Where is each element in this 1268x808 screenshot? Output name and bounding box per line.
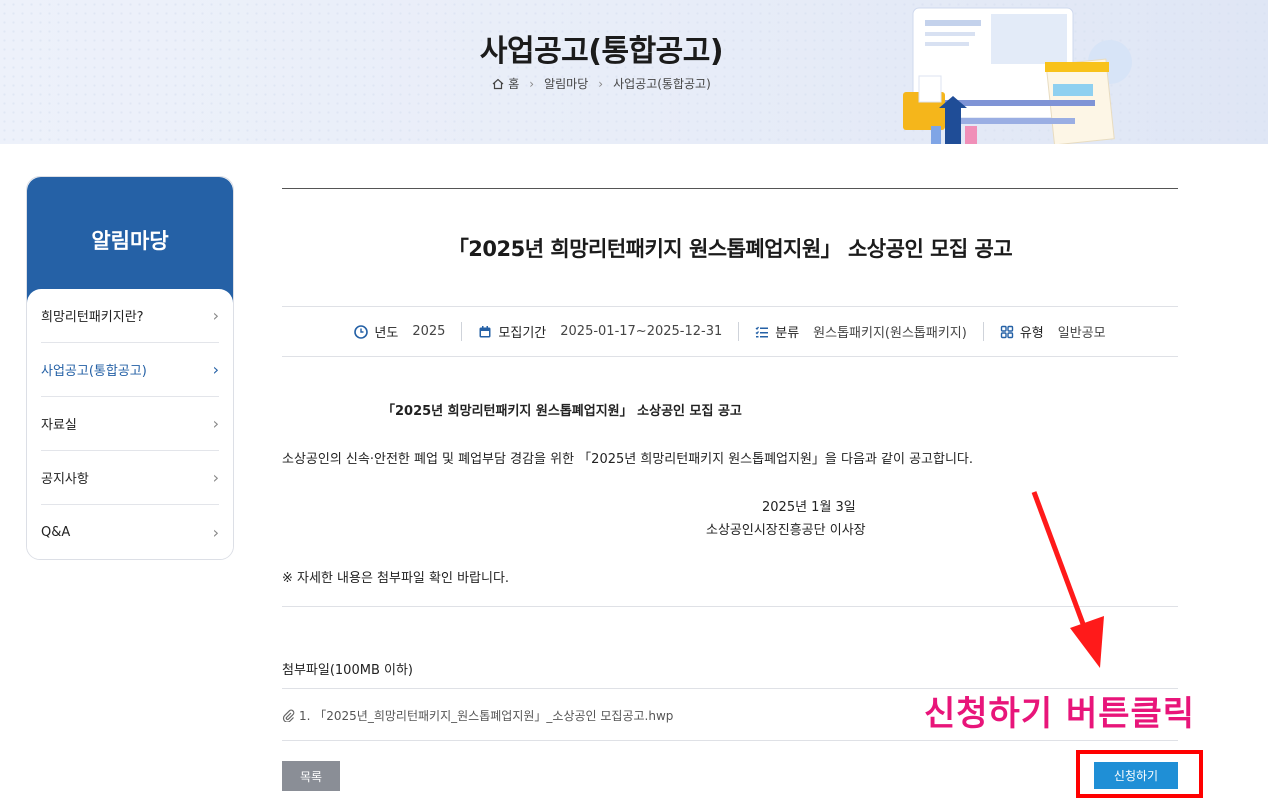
apply-button[interactable]: 신청하기 xyxy=(1094,762,1178,789)
breadcrumb-item-current: 사업공고(통합공고) xyxy=(613,77,711,91)
attachment-filename: 1. 「2025년_희망리턴패키지_원스톱폐업지원」_소상공인 모집공고.hwp xyxy=(299,709,674,723)
chevron-right-icon: › xyxy=(212,360,219,379)
sidebar-title: 알림마당 xyxy=(27,177,233,303)
sidebar-item-announcements[interactable]: 공지사항 › xyxy=(41,451,219,505)
chevron-right-icon: › xyxy=(212,414,219,433)
breadcrumb-home[interactable]: 홈 xyxy=(492,75,519,92)
breadcrumb-item-notice[interactable]: 알림마당 xyxy=(544,75,588,92)
breadcrumb-home-label: 홈 xyxy=(508,77,520,91)
clock-icon xyxy=(354,324,369,339)
calendar-icon xyxy=(479,325,491,337)
sidebar: 알림마당 희망리턴패키지란? › 사업공고(통합공고) › 자료실 › 공지사항… xyxy=(26,176,234,560)
meta-key: 유형 xyxy=(1019,326,1044,341)
meta-value: 2025-01-17~2025-12-31 xyxy=(560,324,723,339)
sidebar-item-label: 공지사항 xyxy=(41,472,89,487)
list-icon xyxy=(755,326,769,337)
meta-key: 년도 xyxy=(374,326,399,341)
attachments-label: 첨부파일(100MB 이하) xyxy=(282,663,413,678)
meta-key: 분류 xyxy=(775,326,800,341)
meta-value: 원스톱패키지(원스톱패키지) xyxy=(813,326,967,341)
chevron-right-icon: › xyxy=(212,522,219,542)
divider xyxy=(282,740,1178,741)
article-meta: 년도 2025 모집기간 2025-01-17~2025-12-31 분류 원스… xyxy=(282,307,1178,357)
sidebar-item-label: 사업공고(통합공고) xyxy=(41,364,147,379)
list-button[interactable]: 목록 xyxy=(282,761,340,791)
meta-period: 모집기간 2025-01-17~2025-12-31 xyxy=(461,322,738,341)
sidebar-item-business-notice[interactable]: 사업공고(통합공고) › xyxy=(41,343,219,397)
sidebar-item-label: 희망리턴패키지란? xyxy=(41,310,144,325)
home-icon xyxy=(492,78,504,90)
article-title: 「2025년 희망리턴패키지 원스톱폐업지원」 소상공인 모집 공고 xyxy=(282,189,1178,307)
grid-icon xyxy=(1000,325,1014,338)
sidebar-item-resources[interactable]: 자료실 › xyxy=(41,397,219,451)
meta-key: 모집기간 xyxy=(498,326,547,341)
paperclip-icon xyxy=(282,709,295,722)
chevron-right-icon: › xyxy=(529,76,535,91)
meta-value: 일반공모 xyxy=(1057,326,1106,341)
meta-value: 2025 xyxy=(412,324,446,339)
chevron-right-icon: › xyxy=(212,468,219,487)
body-paragraph: 소상공인의 신속·안전한 폐업 및 폐업부담 경감을 위한 「2025년 희망리… xyxy=(282,452,974,467)
chevron-right-icon: › xyxy=(212,306,219,325)
article-view: 「2025년 희망리턴패키지 원스톱폐업지원」 소상공인 모집 공고 년도 20… xyxy=(282,188,1203,798)
body-date: 2025년 1월 3일 xyxy=(762,500,856,515)
sidebar-item-qna[interactable]: Q&A › xyxy=(41,505,219,559)
banner-illustration xyxy=(903,7,1132,144)
body-note: ※ 자세한 내용은 첨부파일 확인 바랍니다. xyxy=(282,571,510,586)
meta-category: 분류 원스톱패키지(원스톱패키지) xyxy=(738,322,983,341)
annotation-arrow xyxy=(1031,491,1104,668)
body-signature: 소상공인시장진흥공단 이사장 xyxy=(706,523,866,538)
sidebar-item-label: 자료실 xyxy=(41,418,77,433)
sidebar-item-label: Q&A xyxy=(41,524,71,540)
sidebar-item-about[interactable]: 희망리턴패키지란? › xyxy=(41,289,219,343)
annotation-text: 신청하기 버튼클릭 xyxy=(924,694,1196,734)
page-banner: 사업공고(통합공고) 홈 › 알림마당 › 사업공고(통합공고) xyxy=(0,0,1268,144)
sidebar-menu: 희망리턴패키지란? › 사업공고(통합공고) › 자료실 › 공지사항 › Q&… xyxy=(27,289,233,559)
attachment-link[interactable]: 1. 「2025년_희망리턴패키지_원스톱폐업지원」_소상공인 모집공고.hwp xyxy=(282,707,673,724)
body-title: 「2025년 희망리턴패키지 원스톱폐업지원」 소상공인 모집 공고 xyxy=(382,404,742,419)
meta-year: 년도 2025 xyxy=(338,322,461,341)
chevron-right-icon: › xyxy=(598,76,604,91)
meta-type: 유형 일반공모 xyxy=(982,322,1122,341)
